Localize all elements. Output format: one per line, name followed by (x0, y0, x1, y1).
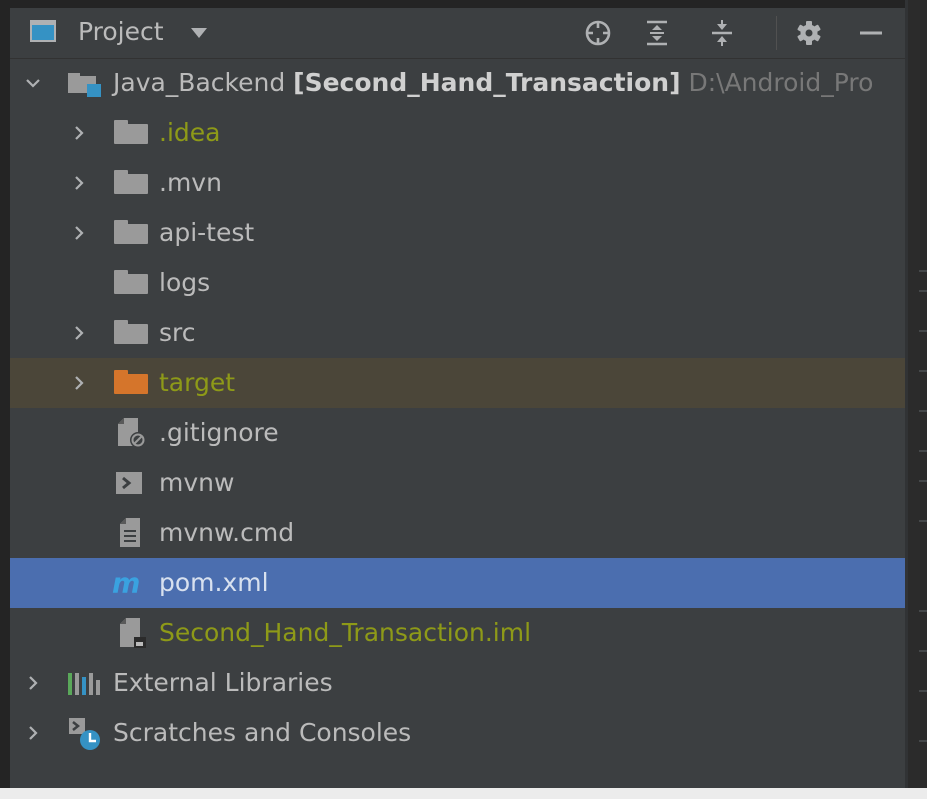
folder-icon (114, 120, 148, 144)
tree-item-label: .gitignore (159, 418, 279, 447)
toolbar-separator (776, 16, 777, 50)
tree-item-label: pom.xml (159, 568, 269, 597)
tree-item-label: External Libraries (113, 668, 333, 697)
locate-icon[interactable] (583, 18, 613, 48)
scratches-icon (69, 718, 100, 750)
tree-row-gitignore[interactable]: .gitignore (10, 408, 905, 458)
ignore-file-icon (118, 418, 146, 448)
tree-row-pom-xml[interactable]: m pom.xml (10, 558, 905, 608)
root-project-name: Java_Backend (113, 68, 286, 97)
project-tree: Java_Backend [Second_Hand_Transaction] D… (10, 58, 905, 758)
tree-row-external-libraries[interactable]: External Libraries (10, 658, 905, 708)
chevron-right-icon[interactable] (66, 208, 92, 258)
chevron-right-icon[interactable] (66, 108, 92, 158)
folder-icon (114, 170, 148, 194)
iml-file-icon (120, 618, 146, 648)
svg-text:m: m (112, 570, 140, 598)
chevron-right-icon[interactable] (20, 658, 46, 708)
chevron-right-icon[interactable] (66, 308, 92, 358)
tool-window-header: Project (10, 8, 905, 59)
tree-item-label: .mvn (159, 168, 222, 197)
tree-row-mvnw[interactable]: mvnw (10, 458, 905, 508)
tree-item-label: api-test (159, 218, 255, 247)
root-path: D:\Android_Pro (688, 68, 874, 97)
tree-item-label: src (159, 318, 196, 347)
tree-row-idea[interactable]: .idea (10, 108, 905, 158)
tree-item-label: target (159, 368, 236, 397)
tree-row-scratches[interactable]: Scratches and Consoles (10, 708, 905, 758)
tree-row-mvnw-cmd[interactable]: mvnw.cmd (10, 508, 905, 558)
tree-item-label: .idea (159, 118, 221, 147)
tree-row-mvn[interactable]: .mvn (10, 158, 905, 208)
tree-row-target[interactable]: target (10, 358, 905, 408)
root-module-name: [Second_Hand_Transaction] (293, 68, 681, 97)
folder-icon (114, 320, 148, 344)
view-title[interactable]: Project (78, 17, 164, 46)
tree-item-label: Second_Hand_Transaction.iml (159, 618, 532, 647)
tree-row-api-test[interactable]: api-test (10, 208, 905, 258)
tree-item-label: logs (159, 268, 211, 297)
tree-row-logs[interactable]: logs (10, 258, 905, 308)
tree-item-label: Scratches and Consoles (113, 718, 412, 747)
text-file-icon (120, 518, 140, 547)
tree-item-label: mvnw.cmd (159, 518, 295, 547)
excluded-folder-icon (114, 370, 148, 394)
project-tool-window: Project Java_Backend [Second_Hand_Transa… (10, 8, 905, 788)
tree-row-iml[interactable]: Second_Hand_Transaction.iml (10, 608, 905, 658)
maven-file-icon: m (112, 570, 140, 598)
gear-icon[interactable] (794, 18, 824, 48)
project-view-icon[interactable] (30, 20, 56, 42)
minimize-icon[interactable] (856, 18, 886, 48)
editor-gutter-edge (905, 0, 927, 799)
module-folder-icon (68, 73, 101, 97)
chevron-right-icon[interactable] (20, 708, 46, 758)
tree-row-src[interactable]: src (10, 308, 905, 358)
folder-icon (114, 220, 148, 244)
chevron-down-icon[interactable] (191, 28, 207, 38)
chevron-right-icon[interactable] (66, 358, 92, 408)
terminal-file-icon (116, 472, 142, 494)
library-icon (68, 673, 100, 695)
chevron-down-icon[interactable] (20, 58, 46, 108)
chevron-right-icon[interactable] (66, 158, 92, 208)
tree-row-root[interactable]: Java_Backend [Second_Hand_Transaction] D… (10, 58, 905, 108)
folder-icon (114, 270, 148, 294)
collapse-all-icon[interactable] (707, 18, 737, 48)
expand-all-icon[interactable] (642, 18, 672, 48)
tree-item-label: mvnw (159, 468, 235, 497)
